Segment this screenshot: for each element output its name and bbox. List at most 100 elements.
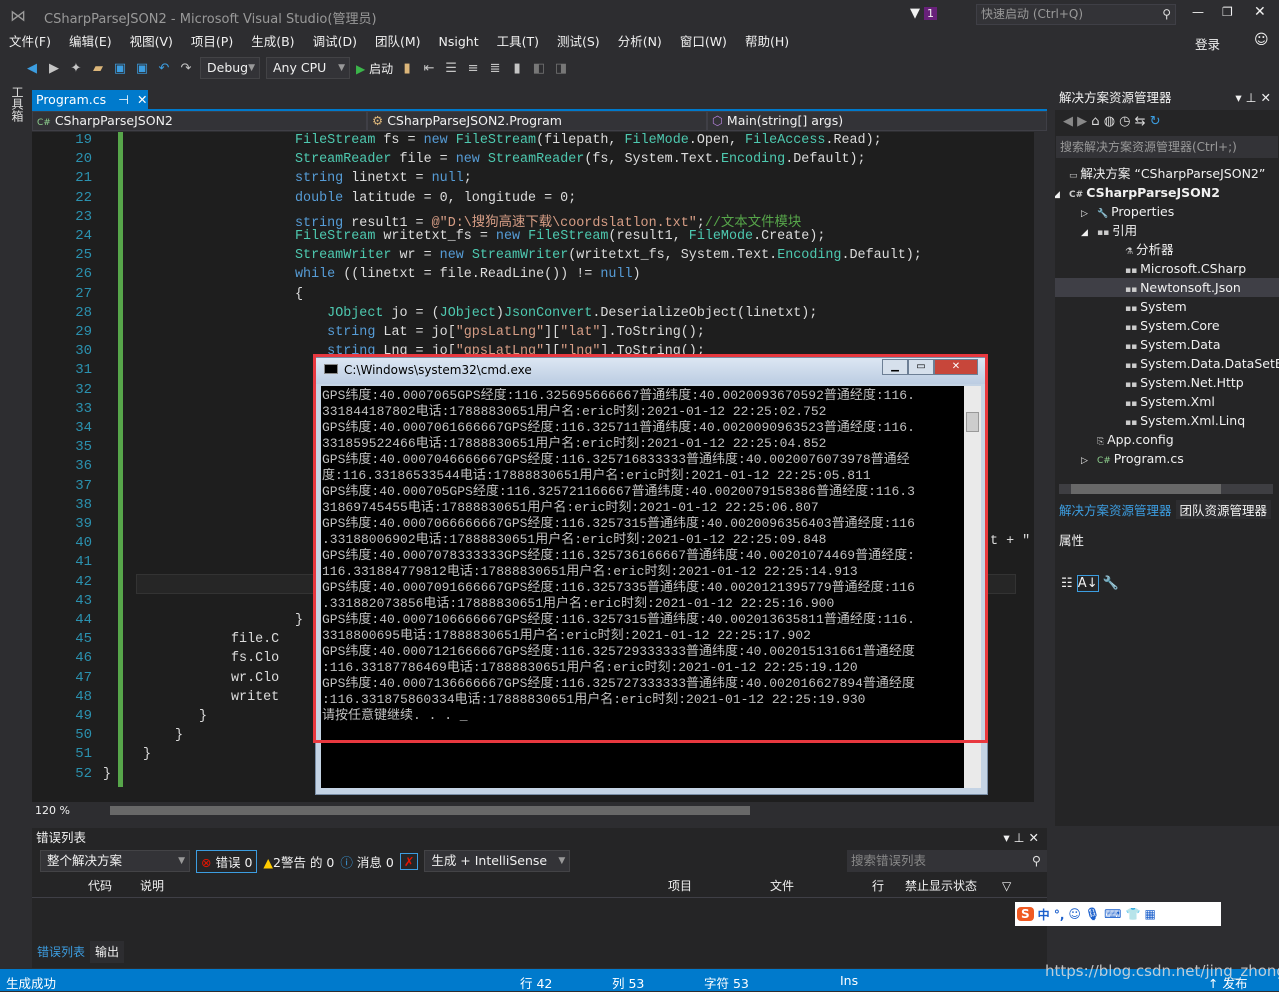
home-icon[interactable]: ⌂ <box>1091 114 1099 129</box>
scroll-thumb[interactable] <box>1071 484 1221 494</box>
filter-icon[interactable]: ✗ <box>399 852 419 870</box>
tree-item[interactable]: ▪▪ System.Xml.Linq <box>1055 411 1279 430</box>
tree-item[interactable]: ▪▪ System <box>1055 297 1279 316</box>
expand-icon[interactable]: ◢ <box>1055 186 1069 202</box>
categorized-icon[interactable]: ☷ <box>1061 576 1073 591</box>
menu-tools[interactable]: 工具(T) <box>488 32 548 52</box>
menu-edit[interactable]: 编辑(E) <box>60 32 121 52</box>
menu-debug[interactable]: 调试(D) <box>304 32 366 52</box>
menu-build[interactable]: 生成(B) <box>242 32 303 52</box>
source-select[interactable]: 生成 + IntelliSense ▼ <box>424 850 571 872</box>
undo-icon[interactable]: ↶ <box>156 61 172 76</box>
tree-item[interactable]: ▷ 🔧 Properties <box>1055 202 1279 221</box>
close-tab-icon[interactable]: ✕ <box>137 92 147 107</box>
save-icon[interactable]: ▣ <box>112 61 128 76</box>
error-search-input[interactable]: 搜索错误列表 ⚲ <box>847 850 1047 872</box>
back-icon[interactable]: ◀ <box>1063 114 1073 129</box>
refresh-icon[interactable]: ↻ <box>1150 114 1161 129</box>
platform-select[interactable]: Any CPU ▼ <box>266 57 350 79</box>
tree-item[interactable]: ⎘ App.config <box>1055 430 1279 449</box>
maximize-button[interactable]: ❐ <box>1222 5 1233 19</box>
emoji-icon[interactable]: ☺ <box>1068 907 1081 921</box>
alphabetical-icon[interactable]: A↓ <box>1076 575 1099 592</box>
tree-item[interactable]: ▪▪ System.Net.Http <box>1055 373 1279 392</box>
solution-search-input[interactable]: 搜索解决方案资源管理器(Ctrl+;) <box>1056 136 1278 158</box>
redo-icon[interactable]: ↷ <box>178 61 194 76</box>
tree-item[interactable]: ▪▪ System.Xml <box>1055 392 1279 411</box>
tree-item[interactable]: ▷ C# Program.cs <box>1055 449 1279 468</box>
tab-program-cs[interactable]: Program.cs ⊣ ✕ <box>32 90 148 110</box>
errors-filter-button[interactable]: ⊗ 错误 0 <box>196 849 258 873</box>
tree-item[interactable]: ▪▪ System.Core <box>1055 316 1279 335</box>
skin-icon[interactable]: 👕 <box>1125 907 1140 921</box>
bookmark-icon[interactable]: ▮ <box>509 61 525 76</box>
menu-project[interactable]: 项目(P) <box>182 32 242 52</box>
toolbox-tab[interactable]: 工具箱 <box>6 86 26 122</box>
column-line[interactable]: 行 <box>872 874 884 898</box>
minimize-button[interactable]: — <box>1192 5 1204 19</box>
messages-filter-button[interactable]: ⓘ 消息 0 <box>340 852 393 871</box>
keyboard-icon[interactable]: ⌨ <box>1104 907 1121 921</box>
pin-icon[interactable]: ⊣ <box>118 92 129 107</box>
tree-item[interactable]: ⚗ 分析器 <box>1055 240 1279 259</box>
column-project[interactable]: 项目 <box>668 874 692 898</box>
tree-item[interactable]: ◢ C# CSharpParseJSON2 <box>1055 183 1279 202</box>
close-button[interactable]: ✕ <box>1254 4 1266 20</box>
menu-analyze[interactable]: 分析(N) <box>609 32 671 52</box>
menu-team[interactable]: 团队(M) <box>366 32 430 52</box>
history-icon[interactable]: ◷ <box>1119 114 1130 129</box>
format-icon[interactable]: ☰ <box>443 61 459 76</box>
new-project-icon[interactable]: ✦ <box>68 61 84 76</box>
tree-item[interactable]: ▭ 解决方案 “CSharpParseJSON2” <box>1055 164 1279 183</box>
save-all-icon[interactable]: ▣ <box>134 61 150 76</box>
tree-item[interactable]: ▪▪ System.Data.DataSetExtensions <box>1055 354 1279 373</box>
comment-icon[interactable]: ≡ <box>465 61 481 76</box>
login-link[interactable]: 登录 <box>1195 34 1220 53</box>
mic-icon[interactable]: 🎙 <box>1085 907 1100 921</box>
menu-help[interactable]: 帮助(H) <box>736 32 798 52</box>
back-icon[interactable]: ◀ <box>24 61 40 76</box>
tree-item[interactable]: ◢ ▪▪ 引用 <box>1055 221 1279 240</box>
forward-icon[interactable]: ▶ <box>1077 114 1087 129</box>
column-file[interactable]: 文件 <box>770 874 794 898</box>
tree-horizontal-scrollbar[interactable] <box>1059 484 1273 494</box>
ime-toolbar[interactable]: S 中 °, ☺ 🎙 ⌨ 👕 ▦ <box>1015 902 1221 926</box>
editor-horizontal-scrollbar[interactable] <box>110 806 750 815</box>
class-combo[interactable]: ⚙ CSharpParseJSON2.Program <box>367 111 707 131</box>
tree-item[interactable]: ▪▪ Newtonsoft.Json <box>1055 278 1279 297</box>
start-button[interactable]: ▶ 启动 <box>356 60 393 77</box>
ime-mode[interactable]: 中 °, <box>1038 906 1065 923</box>
grid-icon[interactable]: ▦ <box>1144 907 1155 921</box>
quick-launch-input[interactable]: 快速启动 (Ctrl+Q) ⚲ <box>976 4 1176 25</box>
config-select[interactable]: Debug ▼ <box>200 57 260 79</box>
notification-badge[interactable]: 1 <box>924 7 937 20</box>
globe-icon[interactable]: ◍ <box>1104 114 1115 129</box>
expand-icon[interactable]: ◢ <box>1081 224 1097 240</box>
property-pages-icon[interactable]: 🔧 <box>1103 576 1119 591</box>
sync-icon[interactable]: ⇆ <box>1135 114 1146 129</box>
menu-nsight[interactable]: Nsight <box>430 32 488 52</box>
filter-icon[interactable]: ▼ <box>910 6 920 21</box>
close-panel-icon[interactable]: ▾ ⊥ ✕ <box>1003 828 1039 848</box>
account-icon[interactable]: ☺ <box>1254 32 1269 48</box>
menu-file[interactable]: 文件(F) <box>0 32 60 52</box>
uncomment-icon[interactable]: ≣ <box>487 61 503 76</box>
open-icon[interactable]: ▰ <box>90 61 106 76</box>
tab-error-list[interactable]: 错误列表 <box>32 941 90 963</box>
member-combo[interactable]: ⬡ Main(string[] args) <box>707 111 1047 131</box>
forward-icon[interactable]: ▶ <box>46 61 62 76</box>
scope-select[interactable]: 整个解决方案 ▼ <box>40 850 190 872</box>
column-code[interactable]: 代码 <box>88 874 112 898</box>
close-panel-icon[interactable]: ▾ ⊥ ✕ <box>1235 86 1271 110</box>
column-description[interactable]: 说明 <box>140 874 164 898</box>
menu-window[interactable]: 窗口(W) <box>671 32 736 52</box>
next-bookmark-icon[interactable]: ◨ <box>553 61 569 76</box>
find-icon[interactable]: ▮ <box>399 61 415 76</box>
tree-item[interactable]: ▪▪ System.Data <box>1055 335 1279 354</box>
step-icon[interactable]: ⇤ <box>421 61 437 76</box>
warnings-filter-button[interactable]: ▲2警告 的 0 <box>263 852 334 871</box>
tab-output[interactable]: 输出 <box>90 941 125 963</box>
filter-icon[interactable]: ▽ <box>1002 874 1011 898</box>
menu-view[interactable]: 视图(V) <box>121 32 182 52</box>
expand-icon[interactable]: ▷ <box>1081 205 1097 221</box>
